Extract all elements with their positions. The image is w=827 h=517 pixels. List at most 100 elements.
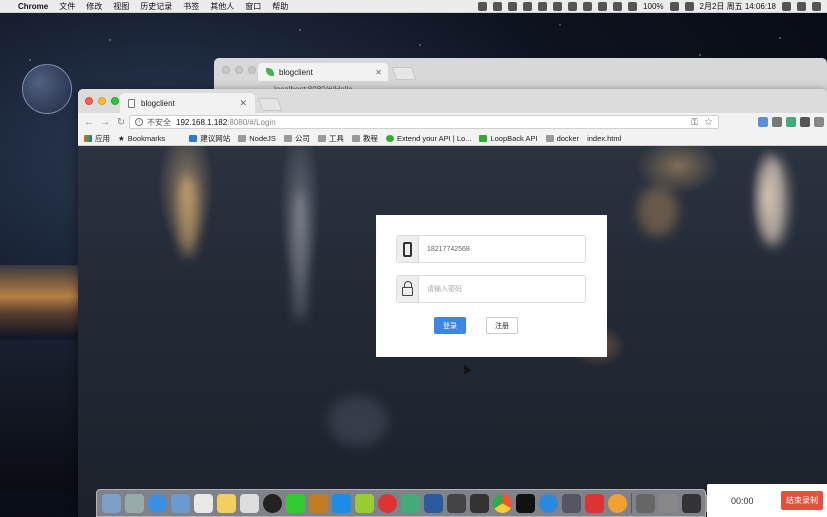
menu-bookmarks[interactable]: 书签 [183,1,199,12]
address-bar[interactable]: i 不安全 192.168.1.182:8080/#/Login ⚿ ☆ [129,115,719,129]
tray-bell-icon[interactable] [553,1,563,11]
menubar-clock[interactable]: 2月2日 周五 14:06:18 [700,1,776,12]
siri-icon[interactable] [797,1,806,11]
phone-field[interactable]: 18217742568 [396,235,586,263]
app-icon[interactable] [562,493,581,513]
menu-view[interactable]: 视图 [113,1,129,12]
extension-icon[interactable] [758,117,768,127]
bookmark-suggested-sites[interactable]: 建议网站 [189,133,230,144]
zoom-window-button[interactable] [111,97,119,105]
forward-arrow-icon[interactable]: → [97,117,113,128]
document-icon[interactable] [659,493,678,513]
app-store-icon[interactable] [332,493,351,513]
active-tab[interactable]: blogclient ✕ [120,93,255,113]
bookmark-apps[interactable]: 应用 [84,133,110,144]
menu-help[interactable]: 帮助 [272,1,288,12]
tray-app-icon[interactable] [508,1,518,11]
bookmark-index-html[interactable]: index.html [78,134,621,196]
bookmark-folder-docker[interactable]: docker [545,134,579,143]
bookmark-extend-api[interactable]: Extend your API | Lo... [385,134,471,143]
input-method-icon[interactable] [684,1,694,11]
back-arrow-icon[interactable]: ← [81,117,97,128]
tray-app-icon[interactable] [478,1,488,11]
background-tab[interactable]: blogclient ✕ [258,63,388,81]
app-icon[interactable] [447,493,466,513]
info-icon[interactable]: i [135,118,143,126]
app-icon[interactable] [171,493,190,513]
key-icon[interactable]: ⚿ [691,117,698,128]
netease-music-icon[interactable] [378,493,397,513]
menu-history[interactable]: 历史记录 [140,1,172,12]
tray-app-icon[interactable] [568,1,578,11]
phone-input[interactable]: 18217742568 [427,246,470,253]
notes-icon[interactable] [217,493,236,513]
bookmark-folder-tools[interactable]: 工具 [317,133,344,144]
menu-edit[interactable]: 修改 [86,1,102,12]
wifi-icon[interactable] [613,1,623,11]
qq-icon[interactable] [263,493,282,513]
new-tab-button[interactable] [391,67,417,80]
terminal-icon[interactable] [470,493,489,513]
battery-percent[interactable]: 100% [643,2,663,11]
close-window-button[interactable] [85,97,93,105]
calendar-icon[interactable] [194,493,213,513]
battery-icon[interactable] [669,1,679,11]
finder-icon[interactable] [102,493,121,513]
tray-app-icon[interactable] [598,1,608,11]
app-icon[interactable] [401,493,420,513]
stop-recording-button[interactable]: 结束录制 [781,491,823,510]
app-icon[interactable] [585,493,604,513]
launchpad-icon[interactable] [125,493,144,513]
notification-center-icon[interactable] [812,1,821,11]
document-icon[interactable] [682,493,701,513]
login-button[interactable]: 登录 [434,317,466,334]
bookmark-star-icon[interactable]: ☆ [704,117,713,128]
terminal-icon[interactable] [516,493,535,513]
close-tab-icon[interactable]: ✕ [239,98,247,109]
menu-window[interactable]: 窗口 [245,1,261,12]
folder-icon [545,134,554,142]
tray-app-icon[interactable] [493,1,503,11]
safari-icon[interactable] [148,493,167,513]
inactive-minimize-button[interactable] [235,66,243,74]
teamviewer-icon[interactable] [539,493,558,513]
password-input[interactable]: 请输入密码 [427,284,462,294]
extension-icon[interactable] [772,117,782,127]
chrome-icon[interactable] [493,493,512,513]
folder-icon [317,134,326,142]
volume-icon[interactable] [628,1,638,11]
vscode-icon[interactable] [424,493,443,513]
menu-app-chrome[interactable]: Chrome [18,2,48,11]
extension-icon[interactable] [800,117,810,127]
new-tab-button[interactable] [257,98,283,111]
security-label[interactable]: 不安全 [147,117,171,128]
reload-icon[interactable]: ↻ [113,117,129,128]
menu-people[interactable]: 其他人 [210,1,234,12]
inactive-zoom-button[interactable] [248,66,256,74]
bookmark-folder-company[interactable]: 公司 [283,133,310,144]
register-button[interactable]: 注册 [486,317,518,334]
app-icon[interactable] [355,493,374,513]
extension-icon[interactable] [786,117,796,127]
bookmark-folder-tutorials[interactable]: 教程 [351,133,378,144]
bookmark-loopback-api[interactable]: LoopBack API [479,134,538,143]
bookmark-folder-nodejs[interactable]: NodeJS [238,134,276,143]
sublime-icon[interactable] [309,493,328,513]
inactive-close-button[interactable] [222,66,230,74]
tray-wechat-icon[interactable] [538,1,548,11]
preview-icon[interactable] [240,493,259,513]
tray-app-icon[interactable] [583,1,593,11]
loopback-icon [385,134,394,142]
wechat-icon[interactable] [286,493,305,513]
close-tab-icon[interactable]: ✕ [375,68,382,77]
document-icon[interactable] [636,493,655,513]
folder-icon [238,134,247,142]
tray-app-icon[interactable] [523,1,533,11]
password-field[interactable]: 请输入密码 [396,275,586,303]
spotlight-search-icon[interactable] [782,1,791,11]
bookmark-bookmarks[interactable]: ★ Bookmarks [118,134,165,143]
minimize-window-button[interactable] [98,97,106,105]
chrome-menu-icon[interactable]: ⋮ [811,116,821,127]
app-icon[interactable] [608,493,627,513]
menu-file[interactable]: 文件 [59,1,75,12]
